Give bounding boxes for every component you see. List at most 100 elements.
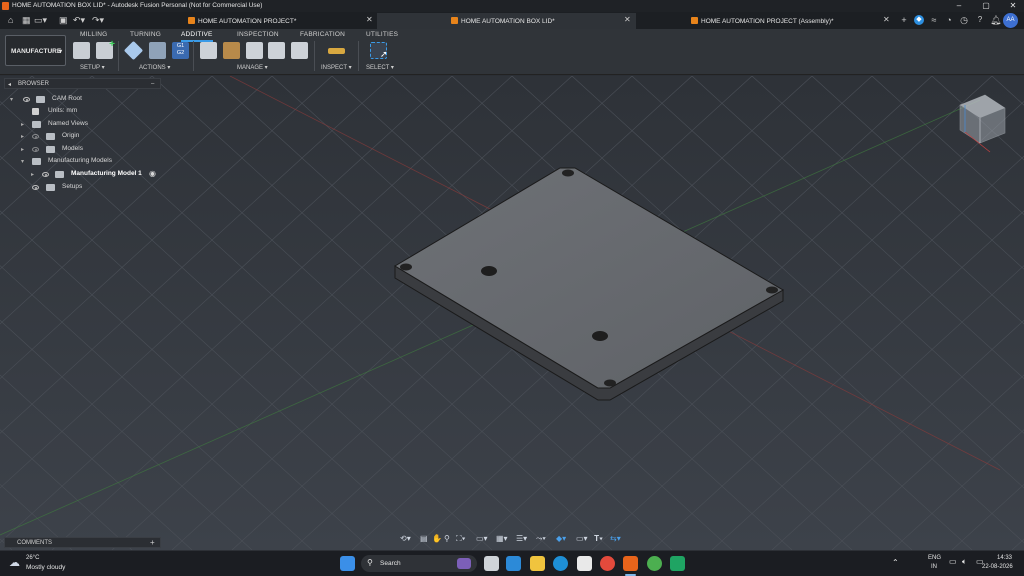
tree-item-units[interactable]: Units: mm [10,106,150,118]
tab-home-automation-assembly[interactable]: HOME AUTOMATION PROJECT (Assembly)* ✕ [637,13,892,30]
measure-icon[interactable] [328,48,345,54]
redo-icon[interactable]: ↷▾ [92,15,104,26]
close-window-button[interactable]: ✕ [1005,1,1021,10]
minimize-button[interactable]: – [951,1,967,10]
machine-display-icon[interactable]: ▭▾ [576,534,588,543]
notifications-icon[interactable]: ◷ [959,15,969,25]
workspace-switcher[interactable]: MANUFACTURE ▾ [5,35,66,66]
online-status-icon[interactable]: ≈ [929,15,939,25]
taskbar-search[interactable]: ⚲ Search [361,555,477,572]
tree-item-named-views[interactable]: ▸ Named Views [10,119,150,131]
chevron-down-icon[interactable]: ▾ [10,96,13,103]
post-process-icon[interactable] [149,42,166,59]
viewports-icon[interactable]: ☰▾ [516,534,527,543]
tab-utilities[interactable]: UTILITIES [366,31,398,38]
look-at-icon[interactable]: ▤ [420,534,428,543]
undo-icon[interactable]: ↶▾ [73,15,85,26]
weather-temperature[interactable]: 26°C [26,555,39,561]
nc-program-icon[interactable]: G1 G2 [172,42,189,59]
select-window-icon[interactable]: ➚ [370,42,388,59]
apps-grid-icon[interactable]: ▦ [22,15,31,26]
volume-icon[interactable]: 🔈︎ [962,557,967,567]
display-icon[interactable]: ▭ [949,557,957,566]
group-select[interactable]: SELECT ▾ [366,64,394,71]
clock-time[interactable]: 14:33 [997,555,1012,561]
weather-cloud-icon[interactable]: ☁ [9,556,20,569]
extensions-icon[interactable]: ◆ [914,15,924,25]
group-actions[interactable]: ACTIONS ▾ [139,64,170,71]
show-hidden-icons-icon[interactable]: ⌃ [892,558,899,567]
tree-item-models[interactable]: ▸ Models [10,144,150,156]
collapse-panel-icon[interactable]: ◂ [8,81,11,88]
tab-home-automation-box-lid[interactable]: HOME AUTOMATION BOX LID* ✕ [377,13,636,30]
file-menu-icon[interactable]: ▭▾ [34,15,47,26]
task-manager-icon[interactable] [291,42,308,59]
group-manage[interactable]: MANAGE ▾ [237,64,268,71]
chevron-right-icon[interactable]: ▸ [21,146,24,153]
group-inspect[interactable]: INSPECT ▾ [321,64,352,71]
chrome-profile-icon[interactable] [647,556,662,571]
chevron-right-icon[interactable]: ▸ [21,133,24,140]
new-setup-icon[interactable] [73,42,90,59]
simulation-display-icon[interactable]: ⤳▾ [536,534,546,544]
zoom-icon[interactable]: ⚲ [444,534,450,543]
tab-fabrication[interactable]: FABRICATION [300,31,345,38]
simulate-icon[interactable] [123,40,144,61]
template-library-icon[interactable] [268,42,285,59]
close-tab-icon[interactable]: ✕ [366,15,373,24]
edge-browser-icon[interactable] [553,556,568,571]
chevron-right-icon[interactable]: ▸ [21,121,24,128]
weather-description[interactable]: Mostly cloudy [26,564,65,571]
user-avatar[interactable]: AA [1003,13,1018,28]
group-setup[interactable]: SETUP ▾ [80,64,105,71]
comments-panel-header[interactable]: COMMENTS + [4,537,161,548]
eye-hidden-icon[interactable] [32,134,39,139]
post-library-icon[interactable] [246,42,263,59]
eye-icon[interactable] [23,97,30,102]
language-top[interactable]: ENG [928,555,941,561]
tab-inspection[interactable]: INSPECTION [237,31,279,38]
fusion-taskbar-icon[interactable] [623,556,638,571]
toolpath-display-icon[interactable]: ⇆▾ [610,534,621,543]
new-tab-icon[interactable]: + [899,15,909,25]
task-view-icon[interactable] [484,556,499,571]
new-folder-setup-icon[interactable]: + [96,39,115,59]
language-bottom[interactable]: IN [931,564,937,570]
maximize-button[interactable]: ▢ [978,1,994,10]
pan-icon[interactable]: ✋ [432,534,442,543]
tab-home-automation-project[interactable]: HOME AUTOMATION PROJECT* ✕ [180,13,376,30]
fit-icon[interactable]: ⛶▾ [456,534,466,544]
save-icon[interactable]: ▣ [59,15,68,26]
minimize-panel-icon[interactable]: – [151,81,154,87]
close-tab-icon[interactable]: ✕ [624,15,631,24]
clock-date[interactable]: 22-08-2026 [982,564,1013,570]
home-icon[interactable]: ⌂ [8,15,13,25]
browser-panel-header[interactable]: ◂ BROWSER – [4,78,161,89]
tree-item-cam-root[interactable]: ▾ CAM Root [10,94,150,106]
tree-item-manufacturing-models[interactable]: ▾ Manufacturing Models [10,156,150,168]
copilot-icon[interactable] [506,556,521,571]
tool-library-icon[interactable] [200,42,217,59]
stock-display-icon[interactable]: ◆▾ [556,534,566,543]
orbit-icon[interactable]: ⟲▾ [400,534,411,543]
bell-icon[interactable]: 🔔︎ [990,15,1001,25]
tab-milling[interactable]: MILLING [80,31,107,38]
display-settings-icon[interactable]: ▭▾ [476,534,488,543]
help-icon[interactable]: ? [975,15,985,25]
chrome-icon[interactable] [600,556,615,571]
eye-icon[interactable] [42,172,49,177]
add-comment-icon[interactable]: + [150,538,155,547]
grid-snaps-icon[interactable]: ▦▾ [496,534,508,543]
chevron-down-icon[interactable]: ▾ [21,158,24,165]
tab-additive[interactable]: ADDITIVE [181,31,213,42]
active-radio-icon[interactable]: ◉ [149,169,156,178]
tree-item-setups[interactable]: Setups [10,182,150,194]
job-status-icon[interactable]: ◔ [944,15,954,25]
eye-icon[interactable] [32,185,39,190]
tool-display-icon[interactable]: 𝐓▾ [594,534,603,544]
machine-library-icon[interactable] [223,42,240,59]
tab-turning[interactable]: TURNING [130,31,161,38]
eye-hidden-icon[interactable] [32,147,39,152]
3d-viewport[interactable] [0,76,1024,550]
chevron-right-icon[interactable]: ▸ [31,171,34,178]
